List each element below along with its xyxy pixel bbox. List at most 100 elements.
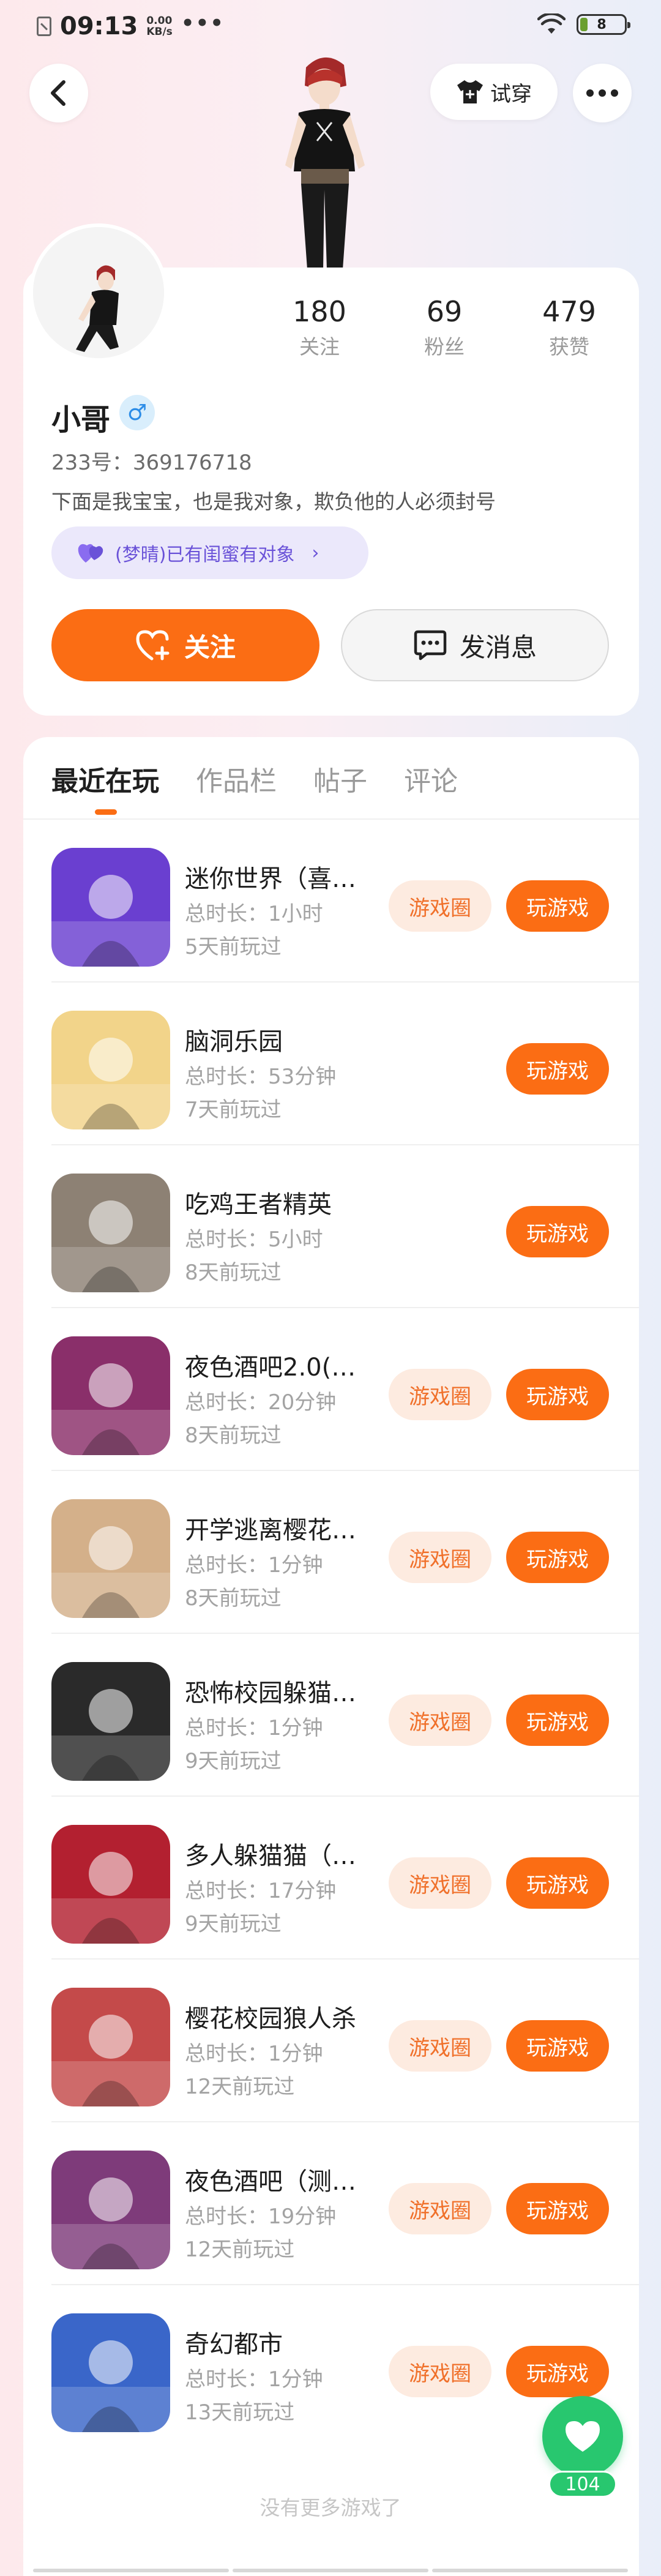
tab-comments[interactable]: 评论: [404, 759, 458, 798]
game-title[interactable]: 脑洞乐园: [185, 1022, 375, 1057]
game-icon[interactable]: [51, 2313, 170, 2432]
game-last-played: 9天前玩过: [185, 1912, 282, 1936]
game-icon[interactable]: [51, 848, 170, 967]
game-row[interactable]: 夜色酒吧2.0(… 总时长：20分钟 8天前玩过 游戏圈 玩游戏: [23, 1308, 639, 1471]
game-title[interactable]: 开学逃离樱花…: [185, 1510, 375, 1546]
back-button[interactable]: [29, 64, 88, 122]
try-on-button[interactable]: 试穿: [430, 64, 558, 120]
game-row[interactable]: 脑洞乐园 总时长：53分钟 7天前玩过 玩游戏: [23, 983, 639, 1145]
play-game-button[interactable]: 玩游戏: [506, 1694, 609, 1746]
game-title[interactable]: 奇幻都市: [185, 2324, 375, 2360]
message-label: 发消息: [459, 632, 537, 662]
status-left: 09:13 0.00 KB/s •••: [37, 11, 225, 40]
game-last-played: 8天前玩过: [185, 1423, 282, 1448]
game-circle-button[interactable]: 游戏圈: [389, 1369, 491, 1420]
network-speed-value: 0.00: [146, 15, 173, 27]
battery-level: 8: [597, 17, 607, 32]
game-title[interactable]: 樱花校园狼人杀: [185, 1999, 375, 2034]
game-title[interactable]: 迷你世界（喜…: [185, 859, 375, 894]
game-icon[interactable]: [51, 1174, 170, 1292]
chat-bubble-icon: [414, 630, 447, 661]
back-arrow-icon: [51, 80, 65, 106]
play-game-button[interactable]: 玩游戏: [506, 2183, 609, 2234]
wifi-icon: [537, 13, 566, 34]
message-button[interactable]: 发消息: [341, 609, 609, 681]
shirt-icon: [457, 80, 483, 103]
game-last-played: 12天前玩过: [185, 2075, 295, 2099]
play-game-button[interactable]: 玩游戏: [506, 1532, 609, 1583]
game-circle-button[interactable]: 游戏圈: [389, 2020, 491, 2072]
game-circle-button[interactable]: 游戏圈: [389, 2346, 491, 2397]
play-game-button[interactable]: 玩游戏: [506, 2346, 609, 2397]
game-circle-button[interactable]: 游戏圈: [389, 2183, 491, 2234]
chevron-right-icon: ›: [312, 542, 319, 564]
game-duration: 总时长：1小时: [185, 902, 323, 926]
game-duration: 总时长：1分钟: [185, 2042, 323, 2066]
stat-following[interactable]: 180 关注: [271, 295, 368, 360]
game-last-played: 12天前玩过: [185, 2237, 295, 2262]
like-button[interactable]: [542, 2396, 623, 2477]
bio: 下面是我宝宝，也是我对象，欺负他的人必须封号: [51, 490, 496, 514]
game-circle-button[interactable]: 游戏圈: [389, 1532, 491, 1583]
heart-plus-icon: [136, 630, 170, 661]
game-row[interactable]: 多人躲猫猫（… 总时长：17分钟 9天前玩过 游戏圈 玩游戏: [23, 1797, 639, 1960]
follow-label: 关注: [184, 632, 236, 662]
game-title[interactable]: 夜色酒吧（测…: [185, 2162, 375, 2197]
game-list: 迷你世界（喜… 总时长：1小时 5天前玩过 游戏圈 玩游戏 脑洞乐园 总时长：53分钟 7天前…: [23, 820, 639, 2448]
game-icon[interactable]: [51, 1825, 170, 1944]
male-gender-icon: ♂: [119, 395, 155, 430]
status-time: 09:13: [60, 12, 138, 40]
stat-following-label: 关注: [299, 335, 340, 359]
game-icon[interactable]: [51, 1988, 170, 2106]
avatar-image: [33, 227, 164, 358]
play-game-button[interactable]: 玩游戏: [506, 880, 609, 932]
game-row[interactable]: 开学逃离樱花… 总时长：1分钟 8天前玩过 游戏圈 玩游戏: [23, 1471, 639, 1634]
game-row[interactable]: 迷你世界（喜… 总时长：1小时 5天前玩过 游戏圈 玩游戏: [23, 820, 639, 983]
stat-likes[interactable]: 479 获赞: [520, 295, 618, 360]
stat-following-count: 180: [293, 295, 346, 328]
try-on-label: 试穿: [490, 81, 532, 107]
play-game-button[interactable]: 玩游戏: [506, 1369, 609, 1420]
game-row[interactable]: 夜色酒吧（测… 总时长：19分钟 12天前玩过 游戏圈 玩游戏: [23, 2122, 639, 2285]
game-duration: 总时长：53分钟: [185, 1065, 337, 1089]
network-speed-unit: KB/s: [146, 26, 173, 38]
game-duration: 总时长：1分钟: [185, 2367, 323, 2392]
tab-works[interactable]: 作品栏: [196, 759, 277, 798]
home-indicator[interactable]: [0, 2569, 661, 2576]
game-icon[interactable]: [51, 1336, 170, 1455]
game-circle-button[interactable]: 游戏圈: [389, 880, 491, 932]
more-dots-icon: [586, 89, 618, 97]
game-icon[interactable]: [51, 2151, 170, 2269]
follow-button[interactable]: 关注: [51, 609, 319, 681]
game-last-played: 9天前玩过: [185, 1749, 282, 1773]
play-game-button[interactable]: 玩游戏: [506, 1857, 609, 1909]
game-duration: 总时长：5小时: [185, 1227, 323, 1252]
game-circle-button[interactable]: 游戏圈: [389, 1857, 491, 1909]
tab-posts[interactable]: 帖子: [313, 759, 367, 798]
game-row[interactable]: 吃鸡王者精英总时长：5小时 8天前玩过 玩游戏: [23, 1145, 639, 1308]
profile-tabs: 最近在玩 作品栏 帖子 评论: [51, 759, 458, 798]
game-last-played: 8天前玩过: [185, 1586, 282, 1611]
play-game-button[interactable]: 玩游戏: [506, 2020, 609, 2072]
game-title[interactable]: 恐怖校园躲猫…: [185, 1673, 375, 1709]
more-button[interactable]: [573, 64, 632, 122]
game-icon[interactable]: [51, 1662, 170, 1781]
stat-fans[interactable]: 69 粉丝: [395, 295, 493, 360]
game-title[interactable]: 夜色酒吧2.0(…: [185, 1347, 375, 1383]
tab-recently-played[interactable]: 最近在玩: [51, 759, 159, 798]
status-right: 8: [537, 13, 630, 36]
game-row[interactable]: 樱花校园狼人杀总时长：1分钟 12天前玩过 游戏圈 玩游戏: [23, 1960, 639, 2122]
game-title[interactable]: 多人躲猫猫（…: [185, 1836, 375, 1871]
game-circle-button[interactable]: 游戏圈: [389, 1694, 491, 1746]
avatar[interactable]: [29, 223, 168, 362]
game-duration: 总时长：17分钟: [185, 1879, 337, 1903]
like-count: 104: [548, 2471, 617, 2498]
game-icon[interactable]: [51, 1011, 170, 1129]
game-icon[interactable]: [51, 1499, 170, 1618]
game-row[interactable]: 恐怖校园躲猫… 总时长：1分钟 9天前玩过 游戏圈 玩游戏: [23, 1634, 639, 1797]
play-game-button[interactable]: 玩游戏: [506, 1206, 609, 1257]
play-game-button[interactable]: 玩游戏: [506, 1043, 609, 1095]
game-last-played: 8天前玩过: [185, 1260, 282, 1285]
relation-badge[interactable]: (梦晴)已有闺蜜有对象 ›: [51, 526, 368, 579]
game-title[interactable]: 吃鸡王者精英: [185, 1185, 375, 1220]
